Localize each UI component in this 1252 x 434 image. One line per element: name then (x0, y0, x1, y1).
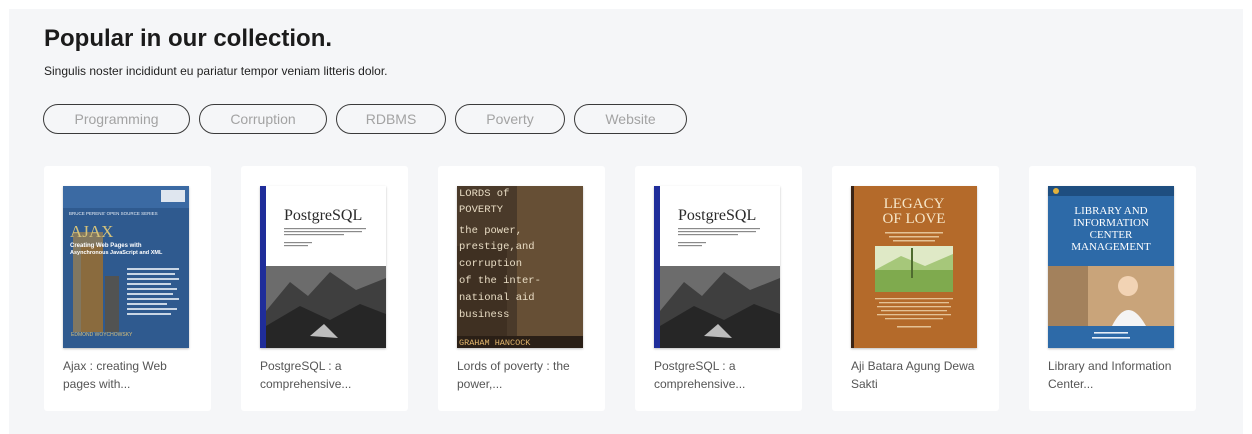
cover-line: of the inter- (459, 275, 541, 287)
book-card-list: BRUCE PERENS' OPEN SOURCE SERIES AJAX Cr… (44, 166, 1196, 411)
cover-heading-line-3: CENTER (1090, 229, 1133, 241)
cover-heading-line-1: LEGACY (884, 196, 945, 212)
book-title[interactable]: Aji Batara Agung Dewa Sakti (851, 357, 986, 393)
section-subtitle: Singulis noster incididunt eu pariatur t… (44, 64, 388, 78)
book-title[interactable]: Lords of poverty : the power,... (457, 357, 592, 393)
cover-line: national aid (459, 292, 535, 304)
book-cover-image[interactable]: PostgreSQL (260, 186, 386, 348)
chip-website[interactable]: Website (574, 104, 687, 134)
book-cover-image[interactable]: BRUCE PERENS' OPEN SOURCE SERIES AJAX Cr… (63, 186, 189, 348)
ajax-cover-art: BRUCE PERENS' OPEN SOURCE SERIES AJAX Cr… (63, 186, 189, 348)
book-title[interactable]: PostgreSQL : a comprehensive... (654, 357, 789, 393)
cover-line: corruption (459, 258, 522, 270)
legacy-of-love-cover-art: LEGACY OF LOVE (851, 186, 977, 348)
cover-line: LORDS of (459, 188, 509, 200)
cover-heading-text: AJAX (70, 222, 113, 241)
book-card[interactable]: PostgreSQL PostgreSQL : a comprehensive.… (635, 166, 802, 411)
cover-line: business (459, 309, 509, 321)
postgresql-cover-art: PostgreSQL (654, 186, 780, 348)
cover-heading-text: PostgreSQL (284, 207, 362, 224)
book-card[interactable]: PostgreSQL PostgreSQL : a comprehensive.… (241, 166, 408, 411)
cover-heading-text: PostgreSQL (678, 207, 756, 224)
book-cover-image[interactable]: LEGACY OF LOVE (851, 186, 977, 348)
book-title[interactable]: Ajax : creating Web pages with... (63, 357, 198, 393)
book-card[interactable]: LEGACY OF LOVE Aji Batara Agung Dewa Sak… (832, 166, 999, 411)
cover-heading-line-2: INFORMATION (1073, 217, 1149, 229)
book-card[interactable]: BRUCE PERENS' OPEN SOURCE SERIES AJAX Cr… (44, 166, 211, 411)
postgresql-cover-art: PostgreSQL (260, 186, 386, 348)
cover-heading-line-2: OF LOVE (883, 211, 946, 227)
section-title: Popular in our collection. (44, 25, 333, 52)
chip-corruption[interactable]: Corruption (199, 104, 327, 134)
cover-series-text: BRUCE PERENS' OPEN SOURCE SERIES (69, 211, 158, 216)
cover-subtitle-line-2: Asynchronous JavaScript and XML (70, 250, 163, 256)
topic-filter-chips: Programming Corruption RDBMS Poverty Web… (43, 104, 687, 134)
cover-author-text: EDMOND WOYCHOWSKY (71, 332, 133, 338)
popular-collection-section: Popular in our collection. Singulis nost… (9, 9, 1243, 434)
book-cover-image[interactable]: LIBRARY AND INFORMATION CENTER MANAGEMEN… (1048, 186, 1174, 348)
book-cover-image[interactable]: PostgreSQL (654, 186, 780, 348)
library-management-cover-art: LIBRARY AND INFORMATION CENTER MANAGEMEN… (1048, 186, 1174, 348)
cover-line: POVERTY (459, 204, 504, 216)
book-title[interactable]: PostgreSQL : a comprehensive... (260, 357, 395, 393)
cover-subtitle-line-1: Creating Web Pages with (70, 243, 142, 249)
book-card[interactable]: LORDS of POVERTY the power, prestige,and… (438, 166, 605, 411)
book-cover-image[interactable]: LORDS of POVERTY the power, prestige,and… (457, 186, 583, 348)
chip-poverty[interactable]: Poverty (455, 104, 565, 134)
cover-author-text: GRAHAM HANCOCK (459, 338, 531, 348)
cover-line: the power, (459, 225, 522, 237)
book-card[interactable]: LIBRARY AND INFORMATION CENTER MANAGEMEN… (1029, 166, 1196, 411)
cover-heading-line-4: MANAGEMENT (1071, 241, 1151, 253)
cover-line: prestige,and (459, 241, 535, 253)
lords-of-poverty-cover-art: LORDS of POVERTY the power, prestige,and… (457, 186, 583, 348)
chip-programming[interactable]: Programming (43, 104, 190, 134)
book-title[interactable]: Library and Information Center... (1048, 357, 1183, 393)
chip-rdbms[interactable]: RDBMS (336, 104, 446, 134)
cover-heading-line-1: LIBRARY AND (1074, 205, 1147, 217)
